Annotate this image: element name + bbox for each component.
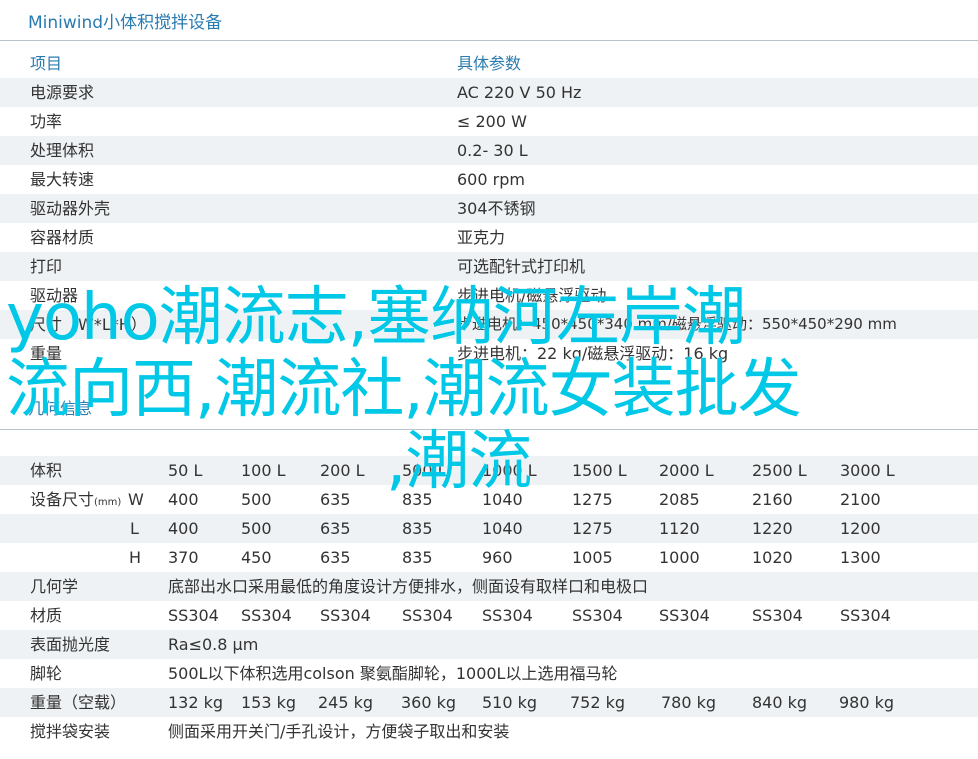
dims-l-cell: 1220 — [752, 519, 793, 538]
weight-cell: 153 kg — [241, 693, 297, 712]
spec-value: 600 rpm — [457, 170, 525, 189]
material-cell: SS304 — [659, 606, 710, 625]
weight-cell: 245 kg — [318, 693, 374, 712]
material-cell: SS304 — [482, 606, 533, 625]
bag-label: 搅拌袋安装 — [30, 722, 111, 741]
dims-l-row: L 400 500 635 835 1040 1275 1120 1220 12… — [0, 514, 978, 543]
dims-l-cell: 1120 — [659, 519, 700, 538]
material-cell: SS304 — [168, 606, 219, 625]
dims-h-cell: 635 — [320, 548, 351, 567]
polish-text: Ra≤0.8 μm — [168, 635, 259, 654]
spec-value: ≤ 200 W — [457, 112, 527, 131]
weight-cell: 980 kg — [839, 693, 895, 712]
material-cell: SS304 — [572, 606, 623, 625]
spec-value: AC 220 V 50 Hz — [457, 83, 582, 102]
dims-h-cell: 450 — [241, 548, 272, 567]
dims-h-row: H 370 450 635 835 960 1005 1000 1020 130… — [0, 543, 978, 572]
spec-row: 打印 可选配针式打印机 — [0, 252, 978, 281]
watermark-overlay: yoho潮流志,塞纳河左岸潮 流向西,潮流社,潮流女装批发 ,潮流 — [6, 282, 906, 498]
dims-h-cell: 835 — [402, 548, 433, 567]
polish-row: 表面抛光度 Ra≤0.8 μm — [0, 630, 978, 659]
weight-row: 重量（空载） 132 kg 153 kg 245 kg 360 kg 510 k… — [0, 688, 978, 717]
spec-label: 打印 — [30, 257, 63, 276]
geometry-row: 几何学 底部出水口采用最低的角度设计方便排水，侧面设有取样口和电极口 — [0, 572, 978, 601]
watermark-line-3: ,潮流 — [386, 425, 532, 499]
spec-row: 处理体积 0.2- 30 L — [0, 136, 978, 165]
polish-label: 表面抛光度 — [30, 635, 111, 654]
spec-value: 亚克力 — [457, 228, 506, 247]
spec-header-row: 项目 具体参数 — [0, 49, 978, 78]
dims-l-cell: 1275 — [572, 519, 613, 538]
spec-value: 304不锈钢 — [457, 199, 536, 218]
spec-row: 电源要求 AC 220 V 50 Hz — [0, 78, 978, 107]
spec-label: 电源要求 — [30, 83, 95, 102]
weight-cell: 752 kg — [570, 693, 626, 712]
dims-l-cell: 1040 — [482, 519, 523, 538]
spec-value: 0.2- 30 L — [457, 141, 528, 160]
title-rule — [0, 40, 978, 41]
bag-text: 侧面采用开关门/手孔设计，方便袋子取出和安装 — [168, 722, 510, 741]
weight-cell: 510 kg — [482, 693, 538, 712]
geometry-text: 底部出水口采用最低的角度设计方便排水，侧面设有取样口和电极口 — [168, 577, 649, 596]
dims-l-cell: 835 — [402, 519, 433, 538]
spec-label: 最大转速 — [30, 170, 95, 189]
material-cell: SS304 — [241, 606, 292, 625]
material-label: 材质 — [30, 606, 63, 625]
dims-h-cell: 1005 — [572, 548, 613, 567]
dims-l-cell: 500 — [241, 519, 272, 538]
spec-label: 驱动器外壳 — [30, 199, 111, 218]
dims-h-label: H — [129, 548, 142, 567]
dims-h-cell: 960 — [482, 548, 513, 567]
dims-h-cell: 1300 — [840, 548, 881, 567]
material-cell: SS304 — [840, 606, 891, 625]
watermark-line-1: yoho潮流志,塞纳河左岸潮 — [6, 281, 746, 355]
geometry-label: 几何学 — [30, 577, 79, 596]
weight-cell: 780 kg — [661, 693, 717, 712]
spec-header-item: 项目 — [30, 54, 63, 73]
dims-l-cell: 400 — [168, 519, 199, 538]
watermark-line-2: 流向西,潮流社,潮流女装批发 — [6, 353, 802, 427]
caster-row: 脚轮 500L以下体积选用colson 聚氨酯脚轮，1000L以上选用福马轮 — [0, 659, 978, 688]
spec-row: 功率 ≤ 200 W — [0, 107, 978, 136]
page-title: Miniwind小体积搅拌设备 — [28, 13, 223, 33]
spec-row: 容器材质 亚克力 — [0, 223, 978, 252]
dims-l-cell: 635 — [320, 519, 351, 538]
spec-header-value: 具体参数 — [457, 54, 522, 73]
dims-h-cell: 1000 — [659, 548, 700, 567]
dims-l-cell: 1200 — [840, 519, 881, 538]
weight-cell: 132 kg — [168, 693, 224, 712]
weight-cell: 360 kg — [401, 693, 457, 712]
spec-value: 可选配针式打印机 — [457, 257, 586, 276]
caster-label: 脚轮 — [30, 664, 63, 683]
dims-unit: (mm) — [94, 497, 122, 508]
material-cell: SS304 — [320, 606, 371, 625]
spec-label: 容器材质 — [30, 228, 95, 247]
spec-row: 最大转速 600 rpm — [0, 165, 978, 194]
spec-label: 功率 — [30, 112, 63, 131]
dims-l-label: L — [130, 519, 139, 538]
caster-text: 500L以下体积选用colson 聚氨酯脚轮，1000L以上选用福马轮 — [168, 664, 618, 683]
spec-label: 处理体积 — [30, 141, 95, 160]
weight-cell: 840 kg — [752, 693, 808, 712]
spec-row: 驱动器外壳 304不锈钢 — [0, 194, 978, 223]
weight-label: 重量（空载） — [30, 693, 127, 712]
bag-row: 搅拌袋安装 侧面采用开关门/手孔设计，方便袋子取出和安装 — [0, 717, 978, 746]
material-cell: SS304 — [402, 606, 453, 625]
dims-h-cell: 1020 — [752, 548, 793, 567]
material-row: 材质 SS304 SS304 SS304 SS304 SS304 SS304 S… — [0, 601, 978, 630]
dims-h-cell: 370 — [168, 548, 199, 567]
material-cell: SS304 — [752, 606, 803, 625]
